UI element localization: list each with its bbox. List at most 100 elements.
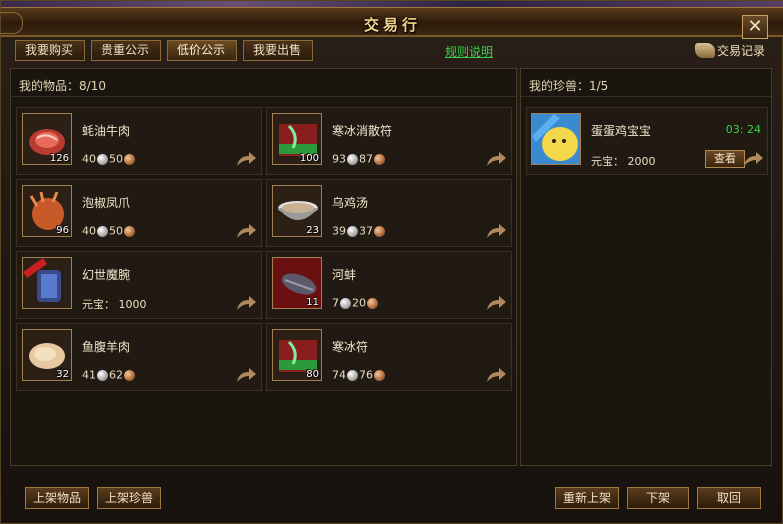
copper-amount: 50	[109, 224, 123, 238]
clam-icon: 11	[272, 257, 322, 309]
item-card[interactable]: 23 乌鸡汤 39 37	[266, 179, 512, 247]
pet-remaining-time: 03: 24	[725, 123, 761, 136]
copper-coin-icon	[374, 369, 385, 381]
copper-amount: 76	[359, 368, 373, 382]
item-qty: 23	[306, 225, 319, 236]
trade-history-button[interactable]: 交易记录	[693, 40, 775, 62]
copper-amount: 62	[109, 368, 123, 382]
copper-coin-icon	[124, 153, 135, 165]
copper-coin-icon	[124, 369, 135, 381]
tab-buy[interactable]: 我要购买	[15, 40, 85, 61]
share-arrow-icon[interactable]	[485, 222, 507, 240]
item-card[interactable]: 幻世魔腕 元宝： 1000	[16, 251, 262, 319]
tab-sell[interactable]: 我要出售	[243, 40, 313, 61]
silver-coin-icon	[340, 297, 351, 309]
withdraw-button[interactable]: 取回	[697, 487, 761, 509]
tab-lowprice[interactable]: 低价公示	[167, 40, 237, 61]
item-price-yuanbao: 元宝： 1000	[82, 298, 147, 311]
my-pets-header: 我的珍兽：1/5	[529, 79, 609, 93]
silver-amount: 40	[82, 152, 96, 166]
share-arrow-icon[interactable]	[485, 150, 507, 168]
divider	[521, 96, 771, 97]
silver-amount: 93	[332, 152, 346, 166]
view-pet-button[interactable]: 查看	[705, 150, 745, 168]
divider	[11, 96, 516, 97]
my-items-header: 我的物品：8/10	[19, 79, 106, 93]
share-arrow-icon[interactable]	[235, 150, 257, 168]
silver-amount: 74	[332, 368, 346, 382]
item-qty: 96	[56, 225, 69, 236]
share-arrow-icon[interactable]	[235, 294, 257, 312]
list-pet-button[interactable]: 上架珍兽	[97, 487, 161, 509]
rules-link[interactable]: 规则说明	[445, 43, 493, 60]
item-price: 40 50	[82, 152, 136, 166]
my-pets-panel: 我的珍兽：1/5 蛋蛋鸡宝宝 03: 24 元宝： 2000 查看	[520, 68, 772, 466]
item-qty: 80	[306, 369, 319, 380]
share-arrow-icon[interactable]	[742, 150, 764, 168]
soup-bowl-icon: 23	[272, 185, 322, 237]
share-arrow-icon[interactable]	[235, 222, 257, 240]
share-arrow-icon[interactable]	[235, 366, 257, 384]
copper-coin-icon	[124, 225, 135, 237]
pet-price: 元宝： 2000	[591, 155, 656, 168]
scroll-icon	[695, 43, 715, 58]
item-name: 蚝油牛肉	[82, 124, 131, 138]
close-button[interactable]: ✕	[742, 15, 768, 39]
item-name: 乌鸡汤	[332, 196, 369, 210]
item-name: 寒冰消散符	[332, 124, 393, 138]
copper-coin-icon	[367, 297, 378, 309]
copper-amount: 50	[109, 152, 123, 166]
item-qty: 32	[56, 369, 69, 380]
item-card[interactable]: 96 泡椒凤爪 40 50	[16, 179, 262, 247]
item-price: 7 20	[332, 296, 379, 310]
share-arrow-icon[interactable]	[485, 366, 507, 384]
copper-amount: 87	[359, 152, 373, 166]
my-items-panel: 我的物品：8/10 126 蚝油牛肉 40 50 100 寒冰消散符 93 87	[10, 68, 517, 466]
silver-coin-icon	[97, 153, 108, 165]
item-name: 寒冰符	[332, 340, 369, 354]
trade-history-label: 交易记录	[717, 44, 766, 58]
item-price: 93 87	[332, 152, 386, 166]
item-card[interactable]: 126 蚝油牛肉 40 50	[16, 107, 262, 175]
silver-coin-icon	[347, 153, 358, 165]
mutton-icon: 32	[22, 329, 72, 381]
item-price: 74 76	[332, 368, 386, 382]
scroll-icon: 100	[272, 113, 322, 165]
scroll-icon: 80	[272, 329, 322, 381]
copper-amount: 37	[359, 224, 373, 238]
copper-coin-icon	[374, 225, 385, 237]
silver-amount: 40	[82, 224, 96, 238]
silver-amount: 41	[82, 368, 96, 382]
item-card[interactable]: 80 寒冰符 74 76	[266, 323, 512, 391]
trade-window: 交易行 ✕ 我要购买 贵重公示 低价公示 我要出售 规则说明 交易记录 我的物品…	[0, 0, 783, 524]
item-card[interactable]: 32 鱼腹羊肉 41 62	[16, 323, 262, 391]
item-card[interactable]: 100 寒冰消散符 93 87	[266, 107, 512, 175]
item-price: 39 37	[332, 224, 386, 238]
item-name: 幻世魔腕	[82, 268, 131, 282]
item-name: 泡椒凤爪	[82, 196, 131, 210]
silver-amount: 39	[332, 224, 346, 238]
chick-pet-icon	[531, 113, 581, 165]
copper-amount: 20	[352, 296, 366, 310]
relist-button[interactable]: 重新上架	[555, 487, 619, 509]
share-arrow-icon[interactable]	[485, 294, 507, 312]
item-qty: 11	[306, 297, 319, 308]
copper-coin-icon	[374, 153, 385, 165]
silver-coin-icon	[97, 225, 108, 237]
item-name: 河蚌	[332, 268, 357, 282]
item-card[interactable]: 11 河蚌 7 20	[266, 251, 512, 319]
silver-coin-icon	[347, 225, 358, 237]
window-title: 交易行	[363, 16, 421, 34]
item-name: 鱼腹羊肉	[82, 340, 131, 354]
delist-button[interactable]: 下架	[627, 487, 689, 509]
silver-amount: 7	[332, 296, 339, 310]
silver-coin-icon	[347, 369, 358, 381]
tab-valuable[interactable]: 贵重公示	[91, 40, 161, 61]
list-item-button[interactable]: 上架物品	[25, 487, 89, 509]
item-qty: 126	[49, 153, 69, 164]
bracer-icon	[22, 257, 72, 309]
item-qty: 100	[299, 153, 319, 164]
pet-card[interactable]: 蛋蛋鸡宝宝 03: 24 元宝： 2000 查看	[526, 107, 768, 175]
chicken-claw-icon: 96	[22, 185, 72, 237]
silver-coin-icon	[97, 369, 108, 381]
